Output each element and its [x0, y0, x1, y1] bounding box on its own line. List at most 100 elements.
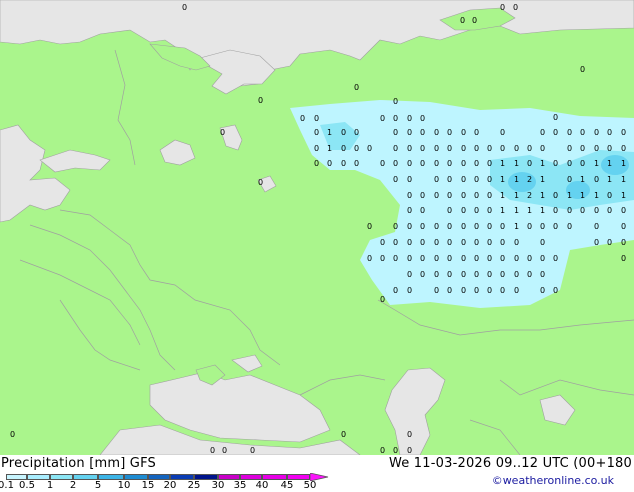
svg-text:0: 0: [250, 446, 255, 455]
svg-text:0: 0: [434, 175, 439, 184]
svg-text:0: 0: [367, 144, 372, 153]
svg-text:0: 0: [500, 128, 505, 137]
svg-text:1: 1: [540, 206, 545, 215]
svg-text:0: 0: [447, 191, 452, 200]
svg-text:0: 0: [420, 144, 425, 153]
svg-text:0: 0: [540, 270, 545, 279]
legend-tick-label: 50: [303, 480, 317, 491]
svg-text:0: 0: [420, 254, 425, 263]
svg-text:1: 1: [567, 191, 572, 200]
svg-text:0: 0: [341, 128, 346, 137]
credit-link[interactable]: ©weatheronline.co.uk: [492, 474, 614, 487]
svg-text:0: 0: [461, 128, 466, 137]
svg-text:0: 0: [393, 254, 398, 263]
svg-text:0: 0: [393, 97, 398, 106]
svg-text:1: 1: [621, 159, 626, 168]
svg-text:0: 0: [393, 114, 398, 123]
svg-text:0: 0: [420, 270, 425, 279]
map-canvas: 00 0100 0000 0000 0000 0000 000 0100 000…: [0, 0, 634, 455]
legend-tick-label: 20: [163, 480, 177, 491]
legend-tick-label: 5: [94, 480, 102, 491]
svg-text:0: 0: [380, 238, 385, 247]
svg-text:0: 0: [474, 159, 479, 168]
footer-title-row: Precipitation [mm] GFS We 11-03-2026 09.…: [0, 456, 634, 472]
svg-text:0: 0: [580, 206, 585, 215]
svg-text:0: 0: [553, 159, 558, 168]
svg-text:1: 1: [580, 175, 585, 184]
svg-text:0: 0: [487, 286, 492, 295]
svg-text:0: 0: [341, 144, 346, 153]
svg-text:0: 0: [447, 270, 452, 279]
svg-text:0: 0: [540, 238, 545, 247]
svg-text:0: 0: [474, 191, 479, 200]
svg-text:0: 0: [621, 128, 626, 137]
svg-text:0: 0: [567, 159, 572, 168]
svg-text:0: 0: [540, 128, 545, 137]
svg-text:2: 2: [527, 191, 532, 200]
svg-text:0: 0: [594, 144, 599, 153]
svg-text:0: 0: [447, 128, 452, 137]
svg-text:0: 0: [314, 114, 319, 123]
legend-tick-label: 25: [187, 480, 201, 491]
svg-text:0: 0: [500, 144, 505, 153]
svg-text:0: 0: [222, 446, 227, 455]
svg-text:0: 0: [474, 128, 479, 137]
svg-text:0: 0: [607, 191, 612, 200]
svg-text:0: 0: [474, 238, 479, 247]
svg-text:0: 0: [354, 159, 359, 168]
svg-text:0: 0: [407, 270, 412, 279]
legend-tick-label: 0.5: [19, 480, 35, 491]
svg-text:1: 1: [514, 206, 519, 215]
svg-text:0: 0: [474, 286, 479, 295]
svg-text:0: 0: [182, 3, 187, 12]
svg-text:1: 1: [500, 175, 505, 184]
legend-tick-label: 45: [280, 480, 294, 491]
svg-text:0: 0: [527, 270, 532, 279]
svg-text:0: 0: [393, 446, 398, 455]
svg-text:0: 0: [580, 159, 585, 168]
svg-text:0: 0: [393, 238, 398, 247]
svg-text:0: 0: [500, 3, 505, 12]
svg-text:0: 0: [420, 114, 425, 123]
svg-text:0: 0: [553, 254, 558, 263]
svg-text:0: 0: [594, 206, 599, 215]
svg-text:0: 0: [607, 128, 612, 137]
svg-text:0: 0: [420, 206, 425, 215]
svg-text:0: 0: [314, 159, 319, 168]
svg-text:0: 0: [553, 128, 558, 137]
svg-text:0: 0: [487, 206, 492, 215]
svg-text:0: 0: [553, 222, 558, 231]
svg-text:1: 1: [514, 159, 519, 168]
svg-text:0: 0: [580, 128, 585, 137]
svg-text:0: 0: [407, 144, 412, 153]
svg-text:0: 0: [513, 3, 518, 12]
svg-text:0: 0: [354, 83, 359, 92]
svg-text:0: 0: [407, 222, 412, 231]
svg-text:1: 1: [594, 191, 599, 200]
legend-tick-label: 35: [233, 480, 247, 491]
svg-text:0: 0: [393, 222, 398, 231]
legend-ticks: 0.1 0.5 1 2 5 10 15 20 25 30 35 40 45 50: [0, 480, 400, 492]
svg-text:0: 0: [500, 222, 505, 231]
svg-text:0: 0: [210, 446, 215, 455]
svg-text:0: 0: [447, 254, 452, 263]
svg-text:0: 0: [540, 286, 545, 295]
svg-text:0: 0: [567, 206, 572, 215]
svg-text:0: 0: [10, 430, 15, 439]
svg-text:0: 0: [434, 128, 439, 137]
svg-text:0: 0: [380, 295, 385, 304]
svg-text:0: 0: [420, 159, 425, 168]
svg-text:1: 1: [621, 175, 626, 184]
svg-text:0: 0: [487, 159, 492, 168]
svg-text:0: 0: [527, 159, 532, 168]
svg-text:0: 0: [434, 191, 439, 200]
svg-text:0: 0: [540, 144, 545, 153]
svg-text:0: 0: [447, 222, 452, 231]
svg-text:0: 0: [380, 254, 385, 263]
svg-text:0: 0: [407, 191, 412, 200]
svg-text:1: 1: [607, 159, 612, 168]
svg-text:0: 0: [580, 144, 585, 153]
svg-text:0: 0: [527, 144, 532, 153]
svg-text:0: 0: [487, 175, 492, 184]
svg-text:0: 0: [514, 238, 519, 247]
